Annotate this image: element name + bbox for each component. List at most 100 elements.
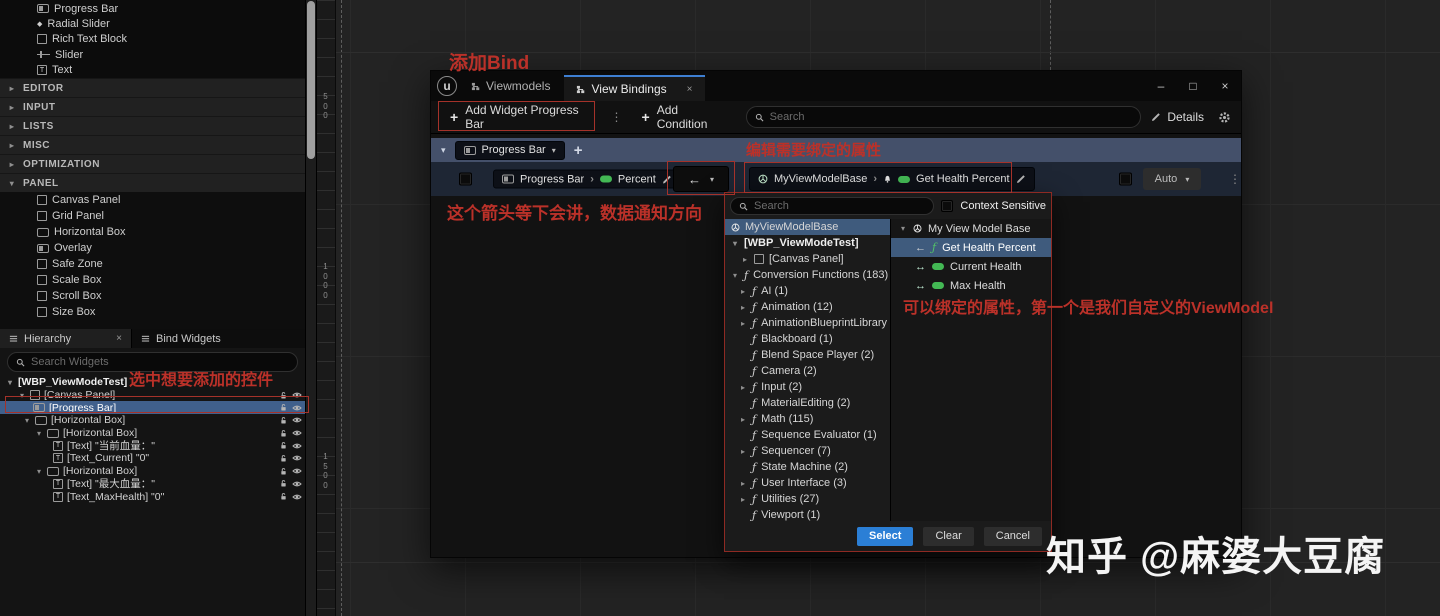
palette-item-size-box[interactable]: Size Box: [0, 304, 305, 320]
tree-item-widget-root[interactable]: ▾ [WBP_ViewModeTest]: [725, 235, 890, 251]
tree-row-text-current-value[interactable]: T [Text_Current] "0": [0, 452, 305, 465]
binding-direction-button[interactable]: ← ▾: [673, 166, 729, 192]
chevron-down-icon[interactable]: ▾: [35, 467, 43, 476]
row-options-icon[interactable]: ⋮: [1229, 172, 1241, 186]
gear-icon[interactable]: [1218, 111, 1231, 124]
palette-item-horizontal-box[interactable]: Horizontal Box: [0, 224, 305, 240]
chevron-right-icon[interactable]: ▸: [739, 303, 747, 312]
details-button[interactable]: Details: [1151, 110, 1204, 124]
close-icon[interactable]: ×: [687, 84, 693, 95]
chevron-down-icon[interactable]: ▾: [35, 429, 43, 438]
property-root[interactable]: ▾ My View Model Base: [891, 219, 1051, 238]
chevron-down-icon[interactable]: ▾: [6, 378, 14, 387]
palette-item-safe-zone[interactable]: Safe Zone: [0, 256, 305, 272]
tree-item-viewport[interactable]: ƒ Viewport (1): [725, 507, 890, 521]
binding-source-chip[interactable]: Progress Bar › Percent: [493, 170, 681, 189]
category-panel[interactable]: ▾ PANEL: [0, 173, 305, 192]
property-current-health[interactable]: ↔ Current Health: [891, 257, 1051, 276]
eye-icon[interactable]: [292, 453, 302, 463]
window-title-bar[interactable]: u Viewmodels View Bindings × – □ ×: [431, 71, 1241, 101]
property-max-health[interactable]: ↔ Max Health: [891, 276, 1051, 295]
palette-item-text[interactable]: T Text: [0, 63, 305, 78]
tree-item-blackboard[interactable]: ƒ Blackboard (1): [725, 331, 890, 347]
palette-item-overlay[interactable]: Overlay: [0, 240, 305, 256]
eye-icon[interactable]: [292, 479, 302, 489]
palette-item-scale-box[interactable]: Scale Box: [0, 272, 305, 288]
dots-menu-icon[interactable]: ⋮: [611, 110, 623, 124]
eye-icon[interactable]: [292, 441, 302, 451]
tab-bind-widgets[interactable]: Bind Widgets: [131, 329, 305, 348]
chevron-right-icon[interactable]: ▸: [739, 447, 747, 456]
context-sensitive-checkbox[interactable]: [941, 200, 953, 212]
add-condition-button[interactable]: + Add Condition: [633, 99, 736, 135]
bindings-search[interactable]: [746, 106, 1142, 128]
lock-icon[interactable]: [279, 441, 288, 450]
tree-item-canvas-panel[interactable]: ▸ [Canvas Panel]: [725, 251, 890, 267]
palette-item-canvas-panel[interactable]: Canvas Panel: [0, 192, 305, 208]
lock-icon[interactable]: [279, 479, 288, 488]
chevron-down-icon[interactable]: ▾: [441, 145, 446, 156]
chevron-down-icon[interactable]: ▾: [23, 416, 31, 425]
category-input[interactable]: ▸ INPUT: [0, 97, 305, 116]
tab-view-bindings[interactable]: View Bindings ×: [564, 75, 704, 101]
lock-icon[interactable]: [279, 429, 288, 438]
pencil-icon[interactable]: [662, 174, 672, 184]
chevron-down-icon[interactable]: ▾: [899, 224, 907, 233]
tree-item-sequence-evaluator[interactable]: ƒ Sequence Evaluator (1): [725, 427, 890, 443]
eye-icon[interactable]: [292, 428, 302, 438]
tree-item-material-editing[interactable]: ƒ MaterialEditing (2): [725, 395, 890, 411]
tree-row-horizontal-box[interactable]: ▾ [Horizontal Box]: [0, 414, 305, 427]
property-get-health-percent[interactable]: ← ƒ Get Health Percent: [891, 238, 1051, 257]
lock-icon[interactable]: [279, 467, 288, 476]
chevron-down-icon[interactable]: ▾: [731, 239, 739, 248]
category-lists[interactable]: ▸ LISTS: [0, 116, 305, 135]
chevron-right-icon[interactable]: ▸: [739, 287, 747, 296]
scrollbar-thumb[interactable]: [307, 1, 315, 159]
tree-item-utilities[interactable]: ▸ ƒ Utilities (27): [725, 491, 890, 507]
chevron-down-icon[interactable]: ▾: [731, 271, 739, 280]
clear-button[interactable]: Clear: [923, 527, 973, 546]
palette-item-radial-slider[interactable]: ◆ Radial Slider: [0, 16, 305, 31]
tree-row-progress-bar[interactable]: [Progress Bar]: [0, 401, 305, 414]
bindings-search-input[interactable]: [770, 111, 1133, 123]
chevron-right-icon[interactable]: ▸: [741, 255, 749, 264]
palette-item-progress-bar[interactable]: Progress Bar: [0, 1, 305, 16]
chevron-right-icon[interactable]: ▸: [739, 415, 747, 424]
popup-search[interactable]: [730, 197, 934, 215]
eye-icon[interactable]: [292, 466, 302, 476]
tree-item-animation[interactable]: ▸ ƒ Animation (12): [725, 299, 890, 315]
palette-item-slider[interactable]: Slider: [0, 47, 305, 62]
tree-item-state-machine[interactable]: ƒ State Machine (2): [725, 459, 890, 475]
popup-search-input[interactable]: [754, 200, 925, 212]
palette-item-rich-text-block[interactable]: Rich Text Block: [0, 32, 305, 47]
eye-icon[interactable]: [292, 492, 302, 502]
add-widget-button[interactable]: + Add Widget Progress Bar: [441, 99, 601, 135]
tree-row-text-current-label[interactable]: T [Text] "当前血量：": [0, 439, 305, 452]
pencil-icon[interactable]: [1016, 174, 1026, 184]
chevron-right-icon[interactable]: ▸: [739, 319, 747, 328]
category-misc[interactable]: ▸ MISC: [0, 135, 305, 154]
close-button[interactable]: ×: [1209, 71, 1241, 101]
lock-icon[interactable]: [279, 454, 288, 463]
category-editor[interactable]: ▸ EDITOR: [0, 78, 305, 97]
eye-icon[interactable]: [292, 415, 302, 425]
cancel-button[interactable]: Cancel: [984, 527, 1042, 546]
lock-icon[interactable]: [279, 492, 288, 501]
widget-group-dropdown[interactable]: Progress Bar ▾: [455, 141, 565, 160]
tree-item-viewmodel[interactable]: MyViewModelBase: [725, 219, 890, 235]
tab-viewmodels[interactable]: Viewmodels: [457, 71, 564, 101]
lock-icon[interactable]: [279, 391, 288, 400]
tree-item-input[interactable]: ▸ ƒ Input (2): [725, 379, 890, 395]
tree-item-ai[interactable]: ▸ ƒ AI (1): [725, 283, 890, 299]
binding-enabled-checkbox[interactable]: [459, 173, 472, 186]
chevron-right-icon[interactable]: ▸: [739, 479, 747, 488]
tree-row-text-max-label[interactable]: T [Text] "最大血量：": [0, 478, 305, 491]
maximize-button[interactable]: □: [1177, 71, 1209, 101]
exec-mode-dropdown[interactable]: Auto ▾: [1143, 168, 1201, 190]
chevron-right-icon[interactable]: ▸: [739, 495, 747, 504]
close-icon[interactable]: ×: [116, 333, 122, 344]
chevron-right-icon[interactable]: ▸: [739, 383, 747, 392]
palette-item-scroll-box[interactable]: Scroll Box: [0, 288, 305, 304]
tree-row-canvas-panel[interactable]: ▾ [Canvas Panel]: [0, 389, 305, 402]
tree-item-camera[interactable]: ƒ Camera (2): [725, 363, 890, 379]
